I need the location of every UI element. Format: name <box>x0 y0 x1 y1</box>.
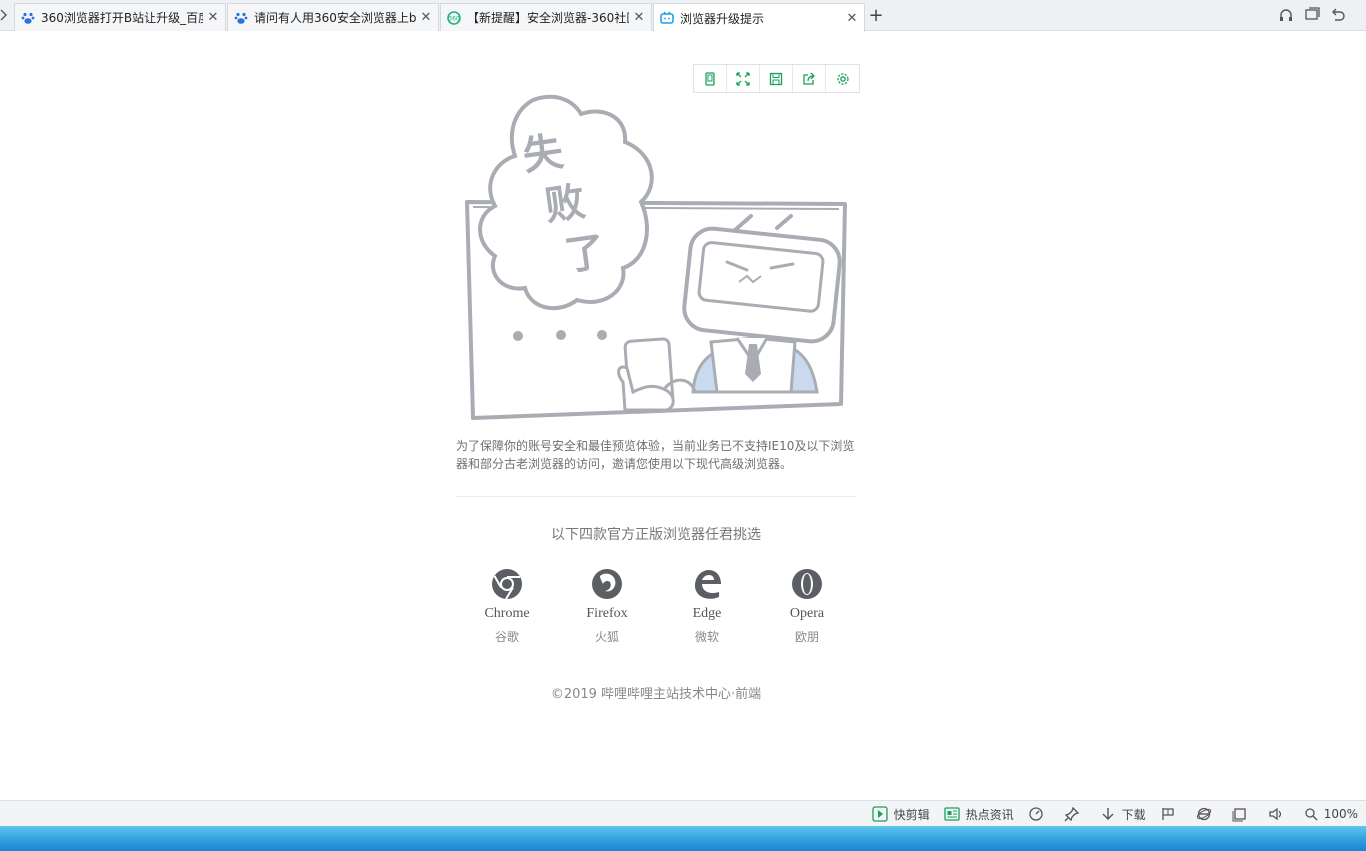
window-icon <box>1232 808 1246 822</box>
browser-name: Firefox <box>586 606 628 621</box>
headphones-icon[interactable] <box>1278 7 1294 23</box>
tab-2-close-icon[interactable]: ✕ <box>420 10 432 25</box>
save-icon[interactable] <box>760 65 793 92</box>
tab-1-close-icon[interactable]: ✕ <box>207 10 219 25</box>
baidu-paw-icon <box>234 11 248 25</box>
browser-choice-subtitle: 以下四款官方正版浏览器任君挑选 <box>551 527 761 543</box>
browser-chrome[interactable]: Chrome 谷歌 <box>457 568 557 645</box>
tab-1[interactable]: 360浏览器打开B站让升级_百度 ✕ <box>14 3 226 31</box>
browser-opera[interactable]: Opera 欧朋 <box>757 568 857 645</box>
fullscreen-icon[interactable] <box>727 65 760 92</box>
news-icon <box>944 807 960 821</box>
tab-bar: 360浏览器打开B站让升级_百度 ✕ 请问有人用360安全浏览器上b站 ✕ 36… <box>0 0 1366 32</box>
hot-news-label: 热点资讯 <box>965 807 1014 822</box>
speedometer-icon <box>1029 807 1043 821</box>
ie-mode-button[interactable] <box>1196 806 1218 822</box>
restore-tabs-icon[interactable] <box>1304 7 1320 23</box>
ie-icon <box>1196 807 1211 821</box>
browser-name: Opera <box>789 606 825 621</box>
divider <box>456 496 856 497</box>
360-logo-icon: 360 <box>447 10 461 25</box>
hot-news-button[interactable]: 热点资讯 <box>944 806 1014 823</box>
pin-button[interactable] <box>1064 806 1086 822</box>
browser-name-cn: 微软 <box>694 630 719 644</box>
browser-list: Chrome 谷歌 Firefox 火狐 Edge 微软 Opera 欧朋 <box>457 568 857 645</box>
firefox-icon <box>592 569 622 599</box>
edge-icon <box>695 570 721 599</box>
tab-2-title: 请问有人用360安全浏览器上b站 <box>254 11 416 25</box>
os-taskbar <box>0 826 1366 851</box>
share-icon[interactable] <box>793 65 826 92</box>
settings-gear-icon[interactable] <box>826 65 859 92</box>
speedup-button[interactable] <box>1028 806 1050 822</box>
download-arrow-icon <box>1102 808 1114 820</box>
download-label: 下载 <box>1121 807 1146 822</box>
browser-name-cn: 火狐 <box>594 630 619 644</box>
speaker-icon <box>1269 807 1281 821</box>
browser-name: Edge <box>692 606 722 621</box>
bilibili-tv-icon <box>660 11 674 25</box>
tab-bar-tools <box>1278 7 1346 25</box>
magnifier-icon <box>1305 808 1318 821</box>
svg-text:360: 360 <box>448 15 460 22</box>
quick-clip-button[interactable]: 快剪辑 <box>871 806 930 823</box>
browser-name-cn: 谷歌 <box>494 630 519 644</box>
volume-button[interactable] <box>1268 806 1290 822</box>
download-button[interactable]: 下载 <box>1100 806 1146 823</box>
tab-4-active[interactable]: 浏览器升级提示 ✕ <box>653 3 865 32</box>
tab-2[interactable]: 请问有人用360安全浏览器上b站 ✕ <box>227 3 439 31</box>
failure-illustration: 失 败 了 <box>455 92 855 422</box>
tab-scroll-left-icon[interactable] <box>0 8 10 24</box>
page-footer: ©2019 哔哩哔哩主站技术中心·前端 <box>550 687 762 702</box>
illustration-char-3: 了 <box>562 229 608 280</box>
tab-1-title: 360浏览器打开B站让升级_百度 <box>41 11 203 25</box>
flag-icon <box>1162 808 1174 820</box>
browser-edge[interactable]: Edge 微软 <box>657 568 757 645</box>
upgrade-description: 为了保障你的账号安全和最佳预览体验，当前业务已不支持IE10及以下浏览器和部分古… <box>456 439 855 471</box>
undo-close-icon[interactable] <box>1330 7 1346 23</box>
opera-icon <box>792 569 822 599</box>
tab-4-close-icon[interactable]: ✕ <box>846 11 858 26</box>
baidu-paw-icon <box>21 11 35 25</box>
illustration-char-2: 败 <box>542 179 588 230</box>
tab-4-title: 浏览器升级提示 <box>680 11 765 26</box>
chrome-icon <box>492 569 522 600</box>
play-icon <box>871 806 888 822</box>
browser-firefox[interactable]: Firefox 火狐 <box>557 568 657 645</box>
zoom-control[interactable]: 100% <box>1304 807 1358 821</box>
floating-toolbar <box>693 64 860 93</box>
tab-3[interactable]: 360 【新提醒】安全浏览器-360社区 ✕ <box>440 3 652 31</box>
quick-clip-label: 快剪辑 <box>893 807 930 822</box>
browser-name-cn: 欧朋 <box>794 630 819 644</box>
browser-name: Chrome <box>484 606 530 621</box>
window-button[interactable] <box>1232 806 1254 822</box>
illustration-char-1: 失 <box>520 129 567 180</box>
zoom-level: 100% <box>1323 807 1358 821</box>
pin-icon <box>1064 806 1079 822</box>
new-tab-button[interactable]: + <box>866 6 886 26</box>
status-bar: 快剪辑 热点资讯 下载 100% <box>0 800 1366 826</box>
tab-3-close-icon[interactable]: ✕ <box>633 10 645 25</box>
flag-button[interactable] <box>1160 806 1182 822</box>
phone-view-icon[interactable] <box>694 65 727 92</box>
tab-3-title: 【新提醒】安全浏览器-360社区 <box>467 11 629 25</box>
